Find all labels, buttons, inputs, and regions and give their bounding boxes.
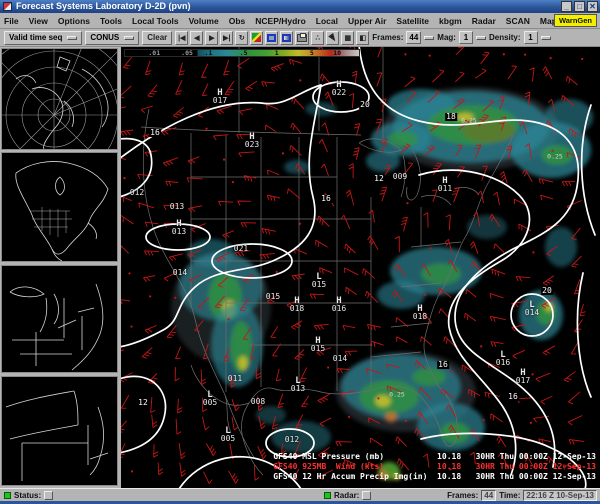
menu-options[interactable]: Options	[58, 16, 90, 26]
colorbar-label: 1	[275, 50, 279, 57]
option-menu-dash-icon	[424, 36, 434, 40]
extend-panel-icon[interactable]: ◧	[356, 31, 369, 45]
statusbar-time-value: 22:16 Z 10-Sep-13	[523, 490, 597, 501]
step-back-icon[interactable]: ◀	[190, 31, 203, 45]
colorbar-label: .1	[205, 50, 213, 57]
first-frame-icon[interactable]: |◀	[175, 31, 188, 45]
menu-ncep-hydro[interactable]: NCEP/Hydro	[255, 16, 306, 26]
four-panel-icon[interactable]: ▦	[341, 31, 354, 45]
menu-satellite[interactable]: Satellite	[396, 16, 429, 26]
menu-local-tools[interactable]: Local Tools	[132, 16, 179, 26]
legend-line: GFS40 925MB Wind (kts) 10.18 30HR Thu 00…	[273, 462, 596, 472]
menu-local[interactable]: Local	[316, 16, 338, 26]
frames-select[interactable]: 44	[406, 31, 421, 44]
status-led-icon	[4, 492, 11, 499]
statusbar-frames-label: Frames:	[447, 491, 478, 500]
statusbar-frames-value: 44	[481, 490, 496, 501]
last-frame-icon[interactable]: ▶|	[220, 31, 233, 45]
image-fade-icon	[282, 34, 291, 42]
cursor-button[interactable]	[326, 31, 339, 45]
sidebar-map-panel-hemisphere[interactable]	[1, 48, 118, 150]
option-menu-dash-icon	[124, 36, 134, 40]
legend-line: GFS40 MSL Pressure (mb) 10.18 30HR Thu 0…	[273, 452, 596, 462]
option-menu-dash-icon	[476, 36, 486, 40]
statusbar-time-label: Time:	[499, 491, 520, 500]
density-select[interactable]: 1	[524, 31, 538, 44]
option-menu-dash-icon	[67, 36, 77, 40]
image-combo-icon	[267, 34, 276, 42]
radar-led-icon	[324, 492, 331, 499]
warngen-button[interactable]: WarnGen	[554, 14, 597, 27]
precip-colorbar: .01 .05 .1 .5 1 5 10	[124, 49, 360, 57]
status-label: Status:	[14, 491, 41, 500]
menu-tools[interactable]: Tools	[100, 16, 122, 26]
hemisphere-map	[2, 49, 117, 149]
colorbar-label: .01	[148, 50, 160, 57]
window-title: Forecast Systems Laboratory D-2D (pvn)	[16, 0, 191, 13]
window-controls: _□✕	[561, 1, 598, 12]
product-legend[interactable]: GFS40 MSL Pressure (mb) 10.18 30HR Thu 0…	[273, 452, 596, 482]
menu-obs[interactable]: Obs	[229, 16, 246, 26]
d2d-window: Forecast Systems Laboratory D-2D (pvn) _…	[0, 0, 600, 504]
radar-label: Radar:	[334, 491, 359, 500]
scale-value: CONUS	[90, 33, 119, 42]
weather-map	[121, 47, 600, 488]
option-menu-dash-icon	[541, 36, 551, 40]
window-icon	[3, 2, 12, 11]
time-mode-value: Valid time seq	[9, 33, 62, 42]
scale-sidebar	[0, 47, 119, 488]
status-bar: Status: Radar: Frames: 44 Time: 22:16 Z …	[0, 488, 600, 501]
step-forward-icon[interactable]: ▶	[205, 31, 218, 45]
legend-line: GFS40 12 Hr Accum Precip Img(in) 10.18 3…	[273, 472, 596, 482]
maximize-button[interactable]: □	[574, 1, 585, 12]
close-button[interactable]: ✕	[587, 1, 598, 12]
cursor-icon	[328, 33, 338, 43]
menu-radar[interactable]: Radar	[472, 16, 496, 26]
menu-file[interactable]: File	[4, 16, 19, 26]
image-combo-button[interactable]	[265, 31, 278, 45]
draw-pencil-button[interactable]	[250, 31, 263, 45]
time-mode-select[interactable]: Valid time seq	[4, 31, 82, 45]
menu-kbgm[interactable]: kbgm	[439, 16, 462, 26]
content-area: .01.05.1.51510 H017H022H023009H011012013…	[0, 47, 600, 488]
print-icon	[297, 34, 307, 42]
colorbar-label: .5	[240, 50, 248, 57]
draw-pencil-icon	[252, 33, 261, 42]
menu-upper-air[interactable]: Upper Air	[348, 16, 386, 26]
colorbar-label: 10	[333, 50, 341, 57]
toolbar-icon-buttons: |◀◀▶▶|↻ ∴ ▦◧	[175, 31, 369, 45]
points-icon[interactable]: ∴	[311, 31, 324, 45]
print-button[interactable]	[295, 31, 309, 45]
status-popup-button[interactable]	[44, 491, 53, 500]
frames-label: Frames:	[372, 33, 403, 42]
title-bar[interactable]: Forecast Systems Laboratory D-2D (pvn) _…	[0, 0, 600, 13]
scale-select[interactable]: CONUS	[85, 31, 139, 45]
menu-volume[interactable]: Volume	[189, 16, 219, 26]
colorbar-label: .05	[181, 50, 193, 57]
menu-bar: File View Options Tools Local Tools Volume Obs…	[0, 13, 600, 29]
colorbar-label: 5	[310, 50, 314, 57]
radar-popup-button[interactable]	[362, 491, 371, 500]
sidebar-map-panel-northeast[interactable]	[1, 265, 118, 373]
minimize-button[interactable]: _	[561, 1, 572, 12]
loop-icon[interactable]: ↻	[235, 31, 248, 45]
clear-button[interactable]: Clear	[142, 31, 172, 45]
density-label: Density:	[489, 33, 521, 42]
main-map-canvas[interactable]: .01.05.1.51510 H017H022H023009H011012013…	[121, 47, 600, 488]
mag-select[interactable]: 1	[459, 31, 473, 44]
sidebar-map-panel-state[interactable]	[1, 376, 118, 486]
northeast-us-map	[2, 266, 117, 372]
north-america-map	[2, 153, 117, 261]
state-scale-map	[2, 377, 117, 485]
mag-label: Mag:	[437, 33, 456, 42]
menu-items: File View Options Tools Local Tools Volume Obs…	[4, 13, 590, 28]
sidebar-map-panel-north-america[interactable]	[1, 152, 118, 262]
toolbar: Valid time seq CONUS Clear |◀◀▶▶|↻ ∴ ▦◧ Fr…	[0, 29, 600, 47]
menu-scan[interactable]: SCAN	[506, 16, 530, 26]
menu-view[interactable]: View	[29, 16, 48, 26]
image-fade-button[interactable]	[280, 31, 293, 45]
